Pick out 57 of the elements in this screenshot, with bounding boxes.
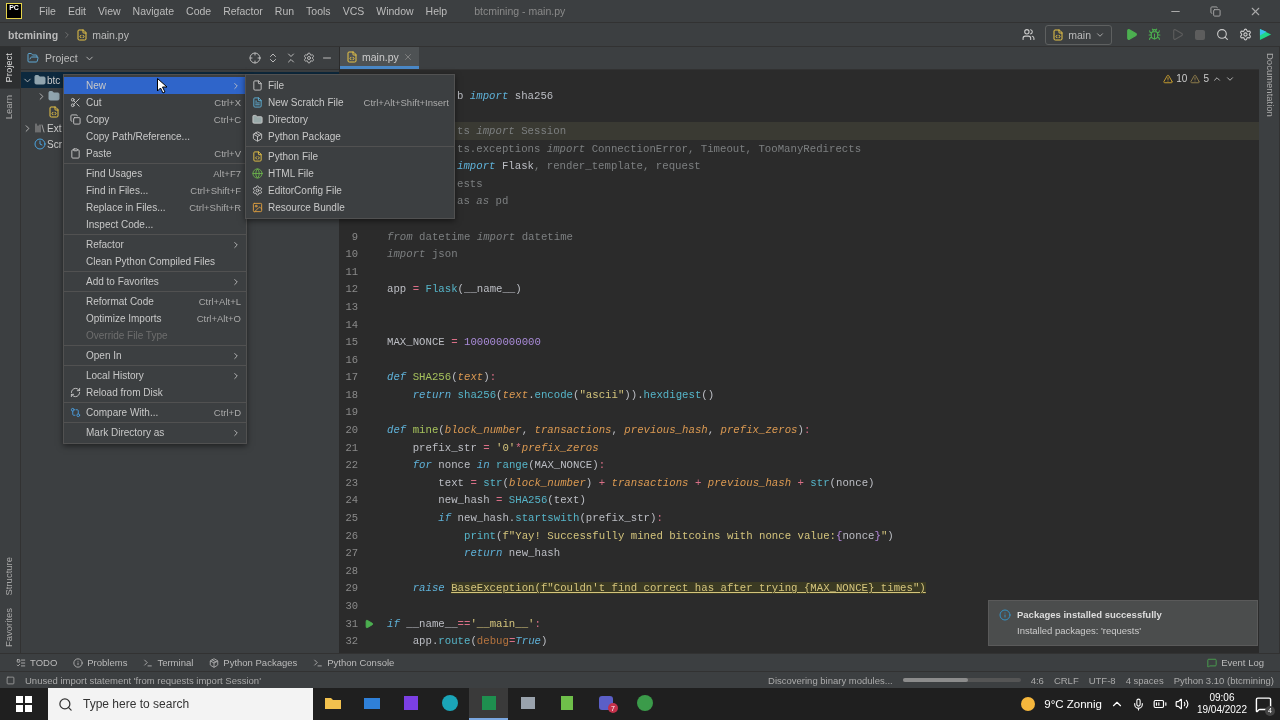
line-number: 24 [344,494,358,507]
line-number: 16 [344,353,358,366]
run-config-label: main [1068,28,1091,41]
line-number: 13 [344,300,358,313]
line-number: 12 [344,283,358,296]
code-line: for nonce in range(MAX_NONCE): [411,459,606,472]
code-line: print(f"Yay! Successfully mined bitcoins with nonce value:{nonce}") [462,529,894,542]
code-line: raise BaseException(f"Couldn't find correct has after trying {MAX_NONCE} times") [411,582,926,595]
line-number: 18 [344,388,358,401]
line-number: 29 [344,582,358,595]
line-number: 11 [344,265,358,278]
code-line: text = str(block_number) + transactions + previous_hash + str(nonce) [437,476,875,489]
tree-label: Ext [47,122,62,134]
code-line: from datetime import datetime [387,230,573,243]
notification-title: Packages installed successfully [1017,609,1162,620]
line-number: 25 [344,512,358,525]
window-title: btcmining - main.py [474,5,566,17]
background-task: Discovering binary modules... [768,674,893,686]
notification-text: Installed packages: 'requests' [1017,625,1143,636]
status-message: Unused import statement 'from requests import Session' [25,674,261,686]
tab-label: main.py [362,50,399,63]
line-number: 15 [344,336,358,349]
code-line: ts.exceptions import ConnectionError, Timeout, TooManyRedirects [456,142,862,155]
code-line: b import sha256 [456,89,554,102]
code-line: if __name__=='__main__': [387,617,541,630]
line-number: 23 [344,476,358,489]
code-line: return new_hash [462,547,561,560]
line-number: 31 [344,617,358,630]
code-line: MAX_NONCE = 100000000000 [387,336,541,349]
code-line: import Flask, render_template, request [456,160,701,173]
line-number: 14 [344,318,358,331]
code-line: prefix_str = '0'*prefix_zeros [411,441,599,454]
code-line: def mine(block_number, transactions, previous_hash, prefix_zeros): [387,424,811,437]
code-line: ts import Session [456,125,567,137]
tree-label: Scr [47,138,62,150]
line-number: 9 [350,230,358,243]
code-line: app.route(debug=True) [411,635,548,648]
line-number: 26 [344,529,358,542]
line-number: 32 [344,635,358,648]
line-number: 17 [344,371,358,384]
line-number: 21 [344,441,358,454]
line-number: 30 [344,600,358,612]
tree-label: btc [47,74,61,86]
line-number: 28 [344,564,358,577]
code-line: ests [456,177,483,190]
line-number: 19 [344,406,358,419]
line-number: 22 [344,459,358,472]
line-number: 27 [344,547,358,560]
code-line: def SHA256(text): [387,371,497,384]
line-number: 10 [344,248,358,261]
code-line: app = Flask(__name__) [387,283,522,296]
code-line: import json [387,248,458,261]
code-line: as as pd [456,195,509,208]
code-line: new_hash = SHA256(text) [437,494,586,507]
code-line: return sha256(text.encode("ascii")).hexdigest() [411,388,715,401]
code-line: if new_hash.startswith(prefix_str): [437,512,663,525]
line-number: 20 [344,424,358,437]
